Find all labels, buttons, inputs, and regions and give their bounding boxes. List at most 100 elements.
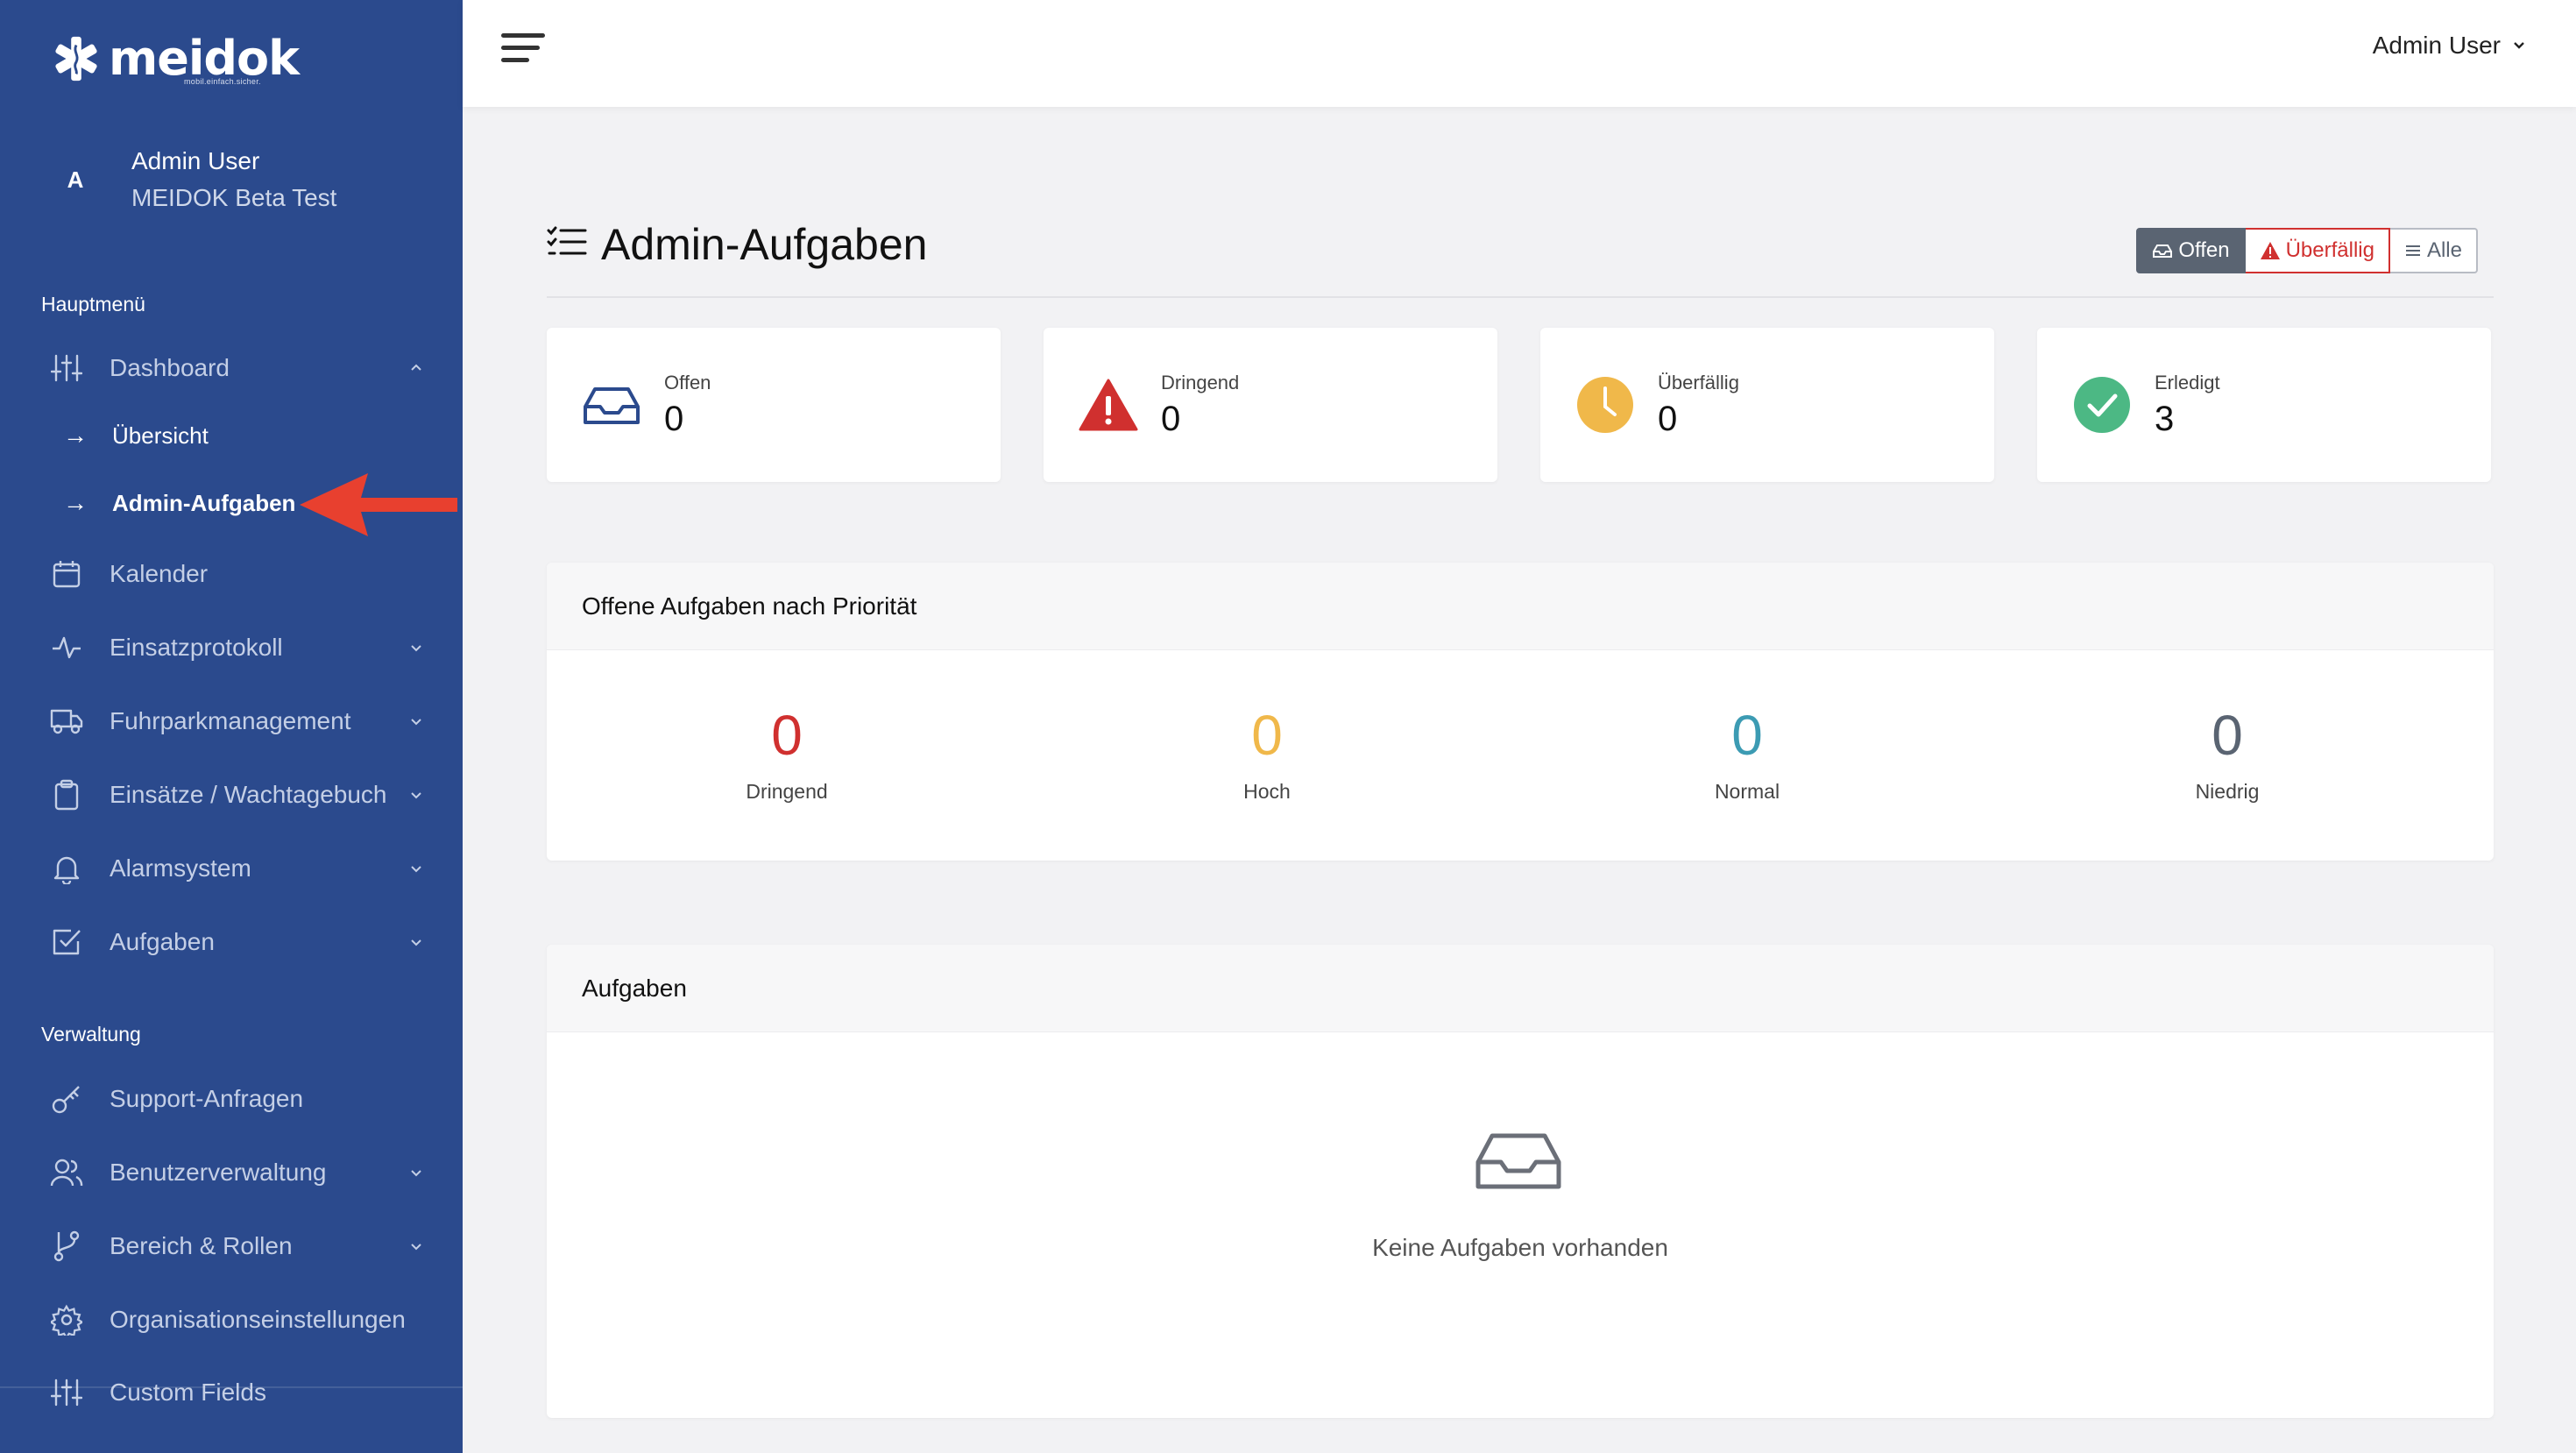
user-organization: MEIDOK Beta Test <box>131 184 337 211</box>
stat-value: 0 <box>1658 400 1678 438</box>
brand-name: meidok <box>109 31 300 86</box>
sidebar-item-label: Fuhrparkmanagement <box>110 707 351 734</box>
sidebar-item-organisationseinstellungen[interactable]: Organisationseinstellungen <box>0 1289 463 1350</box>
priority-panel: Offene Aufgaben nach Priorität 0 Dringen… <box>547 563 2494 861</box>
stat-card-offen: Offen 0 <box>547 328 1001 482</box>
filter-ueberfaellig-label: Überfällig <box>2285 238 2374 262</box>
sidebar-item-custom-fields[interactable]: Custom Fields <box>0 1362 463 1423</box>
page-header: Admin-Aufgaben Offen Überfällig Alle <box>547 210 2494 298</box>
calendar-icon <box>49 556 84 592</box>
section-label-main: Hauptmenü <box>41 293 145 315</box>
sidebar-item-einsaetze-wachtagebuch[interactable]: Einsätze / Wachtagebuch <box>0 764 463 826</box>
stat-value: 0 <box>664 400 684 438</box>
git-branch-icon <box>49 1229 84 1264</box>
priority-normal: 0 Normal <box>1507 650 1987 859</box>
sidebar-item-benutzerverwaltung[interactable]: Benutzerverwaltung <box>0 1142 463 1203</box>
sidebar-item-label: Alarmsystem <box>110 854 251 882</box>
list-icon <box>2405 245 2420 256</box>
sidebar-item-fuhrparkmanagement[interactable]: Fuhrparkmanagement <box>0 691 463 752</box>
sidebar-subitem-uebersicht[interactable]: → Übersicht <box>0 409 463 462</box>
brand-tagline: mobil.einfach.sicher. <box>184 77 261 86</box>
priority-value: 0 <box>1251 704 1283 767</box>
check-square-icon <box>49 925 84 960</box>
priority-value: 0 <box>2212 704 2243 767</box>
sidebar-item-label: Dashboard <box>110 354 230 381</box>
gear-icon <box>49 1302 84 1337</box>
users-icon <box>49 1155 84 1190</box>
user-menu-label: Admin User <box>2372 32 2501 59</box>
stat-label: Erledigt <box>2155 372 2220 393</box>
priority-hoch: 0 Hoch <box>1027 650 1507 859</box>
stat-value: 3 <box>2155 400 2175 438</box>
sidebar-subitem-label: Übersicht <box>112 422 209 449</box>
menu-toggle-icon[interactable] <box>501 33 545 68</box>
warning-icon <box>1079 375 1138 435</box>
truck-icon <box>49 704 84 739</box>
page-title: Admin-Aufgaben <box>601 220 928 269</box>
stat-value: 0 <box>1161 400 1181 438</box>
sidebar-user[interactable]: A Admin User MEIDOK Beta Test <box>46 147 337 212</box>
topbar: Admin User <box>463 0 2576 107</box>
filter-group: Offen Überfällig Alle <box>2136 228 2478 273</box>
filter-offen-label: Offen <box>2178 238 2230 262</box>
priority-label: Niedrig <box>2195 780 2260 803</box>
priority-label: Dringend <box>746 780 828 803</box>
sidebar-item-label: Bereich & Rollen <box>110 1232 293 1259</box>
chevron-down-icon <box>411 939 421 946</box>
sidebar-subitem-label: Admin-Aufgaben <box>112 489 296 516</box>
sidebar-item-label: Support-Anfragen <box>110 1085 304 1112</box>
sidebar-item-label: Einsätze / Wachtagebuch <box>110 781 387 808</box>
brand-logo[interactable]: meidok <box>51 31 300 86</box>
sidebar-item-label: Aufgaben <box>110 928 215 955</box>
sidebar-item-einsatzprotokoll[interactable]: Einsatzprotokoll <box>0 617 463 678</box>
annotation-arrow <box>300 473 457 536</box>
sidebar-item-label: Custom Fields <box>110 1379 266 1406</box>
stat-card-ueberfaellig: Überfällig 0 <box>1540 328 1994 482</box>
filter-alle-button[interactable]: Alle <box>2389 228 2478 273</box>
priority-niedrig: 0 Niedrig <box>1987 650 2467 859</box>
sidebar-item-dashboard[interactable]: Dashboard <box>0 337 463 399</box>
sidebar-item-bereich-rollen[interactable]: Bereich & Rollen <box>0 1216 463 1277</box>
priority-value: 0 <box>1731 704 1763 767</box>
priority-value: 0 <box>771 704 803 767</box>
chevron-down-icon <box>411 719 421 726</box>
clock-icon <box>1575 375 1635 435</box>
stat-label: Offen <box>664 372 711 393</box>
sidebar-item-kalender[interactable]: Kalender <box>0 543 463 605</box>
user-menu[interactable]: Admin User <box>2373 32 2527 60</box>
sidebar-item-support-anfragen[interactable]: Support-Anfragen <box>0 1068 463 1130</box>
filter-ueberfaellig-button[interactable]: Überfällig <box>2245 228 2390 273</box>
chevron-up-icon <box>411 364 421 371</box>
sidebar-item-label: Einsatzprotokoll <box>110 634 283 661</box>
star-of-life-icon <box>55 36 97 82</box>
inbox-icon <box>1476 1133 1561 1189</box>
avatar: A <box>67 166 84 193</box>
sidebar-item-label: Organisationseinstellungen <box>110 1306 406 1333</box>
chevron-down-icon <box>411 866 421 873</box>
sidebar-item-alarmsystem[interactable]: Alarmsystem <box>0 838 463 899</box>
activity-icon <box>49 630 84 665</box>
sliders-icon <box>49 1375 84 1410</box>
sidebar: meidok mobil.einfach.sicher. A Admin Use… <box>0 0 463 1453</box>
stat-card-dringend: Dringend 0 <box>1044 328 1497 482</box>
inbox-icon <box>582 375 641 435</box>
task-list-icon <box>547 226 587 255</box>
chevron-down-icon <box>411 645 421 652</box>
filter-alle-label: Alle <box>2426 238 2462 262</box>
sliders-icon <box>49 351 84 386</box>
sidebar-item-aufgaben[interactable]: Aufgaben <box>0 911 463 973</box>
priority-label: Normal <box>1714 780 1780 803</box>
chevron-down-icon <box>2514 42 2524 49</box>
sidebar-item-label: Benutzerverwaltung <box>110 1159 327 1186</box>
tasks-panel: Aufgaben Keine Aufgaben vorhanden <box>547 945 2494 1418</box>
chevron-down-icon <box>411 1244 421 1251</box>
check-circle-icon <box>2072 375 2132 435</box>
empty-state-text: Keine Aufgaben vorhanden <box>1372 1234 1668 1261</box>
section-label-verwaltung: Verwaltung <box>41 1023 141 1045</box>
clipboard-icon <box>49 777 84 812</box>
priority-label: Hoch <box>1243 780 1291 803</box>
filter-offen-button[interactable]: Offen <box>2136 228 2246 273</box>
priority-dringend: 0 Dringend <box>547 650 1027 859</box>
chevron-down-icon <box>411 792 421 799</box>
inbox-icon <box>2153 245 2173 258</box>
